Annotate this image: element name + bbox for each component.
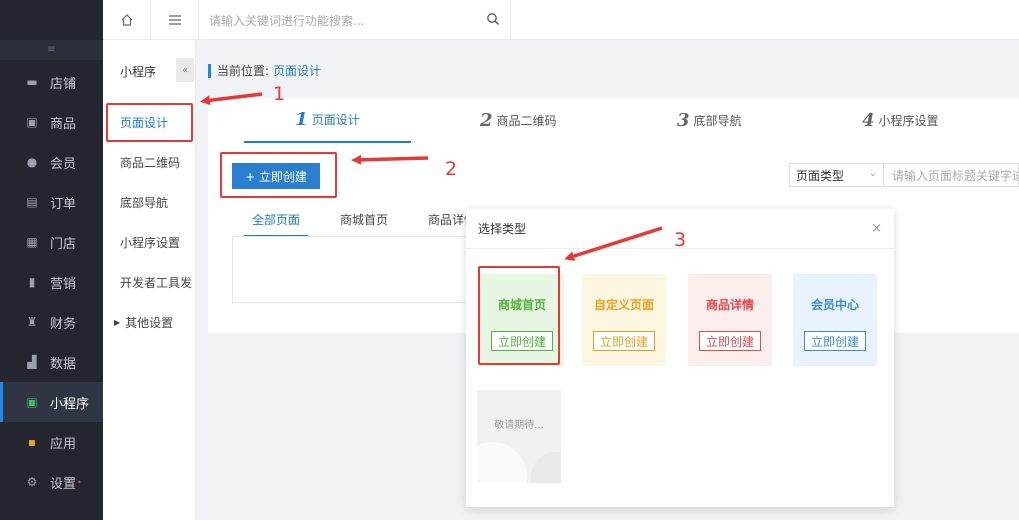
step-page-design[interactable]: 1 页面设计 (244, 98, 411, 143)
breadcrumb-prefix: 当前位置: (217, 64, 270, 78)
step-number: 3 (677, 110, 690, 131)
sidebar-item-settings[interactable]: ⚙ 设置 • (0, 462, 103, 502)
finance-icon: ♜ (26, 315, 38, 329)
annotation-box-3 (478, 266, 560, 365)
sub-item-miniprogram-settings[interactable]: 小程序设置 (103, 222, 196, 262)
card-custom-page[interactable]: 自定义页面 立即创建 (582, 274, 666, 366)
sidebar-item-apps[interactable]: ▪ 应用 (0, 422, 103, 462)
breadcrumb: 当前位置: 页面设计 (208, 64, 321, 78)
main-sidebar: ≡ ▬ 店铺 ▣ 商品 ● 会员 ▤ 订单 ▦ 门店 ▮ 营销 ♜ 财务 ▟ 数据 ▣ 小程序 ▪… (0, 0, 103, 520)
card-coming-soon: 敬请期待... (477, 390, 561, 483)
card-title: 会员中心 (810, 298, 859, 312)
function-search-input[interactable]: 请输入关键词进行功能搜索... (201, 0, 511, 40)
top-bar: 请输入关键词进行功能搜索... (103, 0, 1019, 40)
step-label: 商品二维码 (496, 114, 557, 128)
sidebar-item-label: 营销 (50, 276, 77, 292)
gear-icon: ⚙ (26, 475, 38, 489)
sidebar-item-label: 数据 (50, 356, 77, 372)
sidebar-item-data[interactable]: ▟ 数据 (0, 342, 103, 382)
sidebar-item-label: 设置 (50, 476, 77, 492)
create-member-center-button[interactable]: 立即创建 (804, 331, 866, 351)
step-number: 2 (480, 110, 493, 131)
sidebar-collapse-button[interactable]: ≡ (0, 40, 103, 60)
goods-icon: ▣ (26, 115, 38, 129)
sub-item-developer-tools[interactable]: 开发者工具发 (103, 262, 196, 302)
tab-all-pages[interactable]: 全部页面 (244, 211, 308, 237)
sidebar-item-label: 应用 (50, 436, 77, 452)
card-goods-detail[interactable]: 商品详情 立即创建 (688, 274, 772, 366)
sidebar-item-member[interactable]: ● 会员 (0, 142, 103, 182)
page-type-select[interactable]: 页面类型 ⌄ (789, 163, 884, 187)
sidebar-item-label: 小程序 (50, 396, 90, 412)
logo-area (0, 0, 103, 40)
close-icon[interactable]: × (871, 221, 882, 236)
menu-button[interactable] (151, 0, 199, 40)
sidebar-item-order[interactable]: ▤ 订单 (0, 182, 103, 222)
sidebar-item-miniprogram[interactable]: ▣ 小程序 (0, 382, 103, 422)
sub-item-goods-qrcode[interactable]: 商品二维码 (103, 142, 196, 182)
order-icon: ▤ (26, 195, 38, 209)
sidebar-item-shop[interactable]: ▬ 店铺 (0, 62, 103, 102)
sub-item-other-settings[interactable]: ▶ 其他设置 (103, 302, 196, 342)
breadcrumb-current[interactable]: 页面设计 (273, 64, 321, 78)
caret-right-icon: ▶ (114, 317, 121, 327)
store-icon: ▦ (26, 235, 38, 249)
decor-circle (531, 452, 561, 483)
search-placeholder: 请输入关键词进行功能搜索... (209, 13, 365, 28)
sub-sidebar-toggle[interactable]: « (176, 58, 194, 82)
data-icon: ▟ (27, 355, 37, 369)
decor-circle (477, 442, 527, 483)
step-number: 1 (295, 109, 308, 130)
page-keyword-input[interactable]: 请输入页面标题关键字进 (884, 163, 1019, 187)
page-list-area (232, 236, 472, 303)
sidebar-item-label: 商品 (50, 116, 77, 132)
sub-item-label: 其他设置 (125, 315, 174, 330)
chevron-down-icon: ⌄ (868, 168, 877, 179)
tab-goods-detail[interactable]: 商品详情 (428, 211, 466, 237)
step-miniprogram-settings[interactable]: 4 小程序设置 (862, 98, 939, 143)
card-title: 商品详情 (705, 298, 754, 312)
menu-icon (168, 15, 181, 25)
coming-soon-label: 敬请期待... (494, 420, 544, 431)
annotation-number-1: 1 (273, 83, 286, 105)
card-title: 自定义页面 (593, 298, 654, 312)
sidebar-item-finance[interactable]: ♜ 财务 (0, 302, 103, 342)
create-custom-page-button[interactable]: 立即创建 (593, 331, 655, 351)
card-member-center[interactable]: 会员中心 立即创建 (793, 274, 877, 366)
annotation-number-3: 3 (674, 229, 687, 251)
user-icon: ● (26, 155, 38, 169)
step-label: 底部导航 (693, 114, 742, 128)
miniprogram-icon: ▣ (26, 395, 38, 409)
marketing-icon: ▮ (28, 275, 36, 289)
annotation-box-2 (220, 152, 337, 198)
apps-icon: ▪ (27, 435, 37, 449)
sidebar-item-label: 订单 (50, 196, 77, 212)
sidebar-item-label: 财务 (50, 316, 77, 332)
step-goods-qrcode[interactable]: 2 商品二维码 (480, 98, 557, 143)
sidebar-item-marketing[interactable]: ▮ 营销 (0, 262, 103, 302)
tab-shop-home[interactable]: 商城首页 (340, 211, 388, 237)
keyword-placeholder: 请输入页面标题关键字进 (892, 168, 1019, 183)
step-number: 4 (862, 110, 875, 131)
search-icon[interactable] (486, 12, 500, 26)
step-bottom-nav[interactable]: 3 底部导航 (677, 98, 742, 143)
page-type-value: 页面类型 (796, 168, 845, 183)
shop-icon: ▬ (26, 75, 38, 89)
step-label: 小程序设置 (878, 114, 939, 128)
home-button[interactable] (103, 0, 151, 40)
notification-dot: • (77, 477, 82, 487)
sub-item-bottom-nav[interactable]: 底部导航 (103, 182, 196, 222)
sidebar-item-label: 会员 (50, 156, 77, 172)
sidebar-item-label: 店铺 (50, 76, 77, 92)
sidebar-item-label: 门店 (50, 236, 77, 252)
sidebar-item-goods[interactable]: ▣ 商品 (0, 102, 103, 142)
annotation-box-1 (106, 103, 193, 142)
annotation-number-2: 2 (445, 158, 458, 180)
sidebar-item-store[interactable]: ▦ 门店 (0, 222, 103, 262)
create-goods-detail-button[interactable]: 立即创建 (699, 331, 761, 351)
home-icon (121, 14, 132, 26)
step-label: 页面设计 (311, 113, 360, 127)
